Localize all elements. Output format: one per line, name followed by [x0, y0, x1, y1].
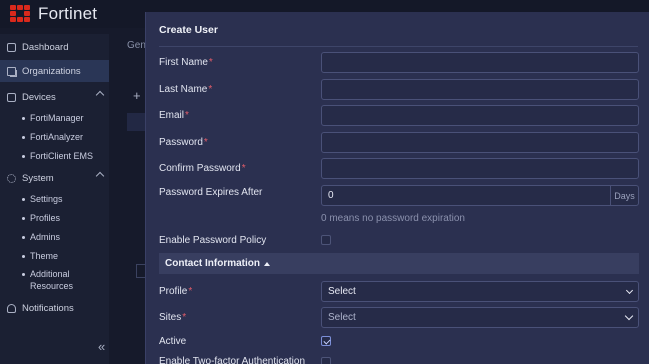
sidebar-item-system[interactable]: System — [0, 167, 109, 189]
password-label: Password* — [159, 137, 208, 148]
bullet-icon — [22, 116, 25, 120]
sidebar-item-notifications[interactable]: Notifications — [0, 297, 109, 319]
bell-icon — [7, 303, 16, 313]
active-label: Active — [159, 336, 187, 347]
two-factor-label: Enable Two-factor Authentication — [159, 356, 306, 364]
password-policy-label: Enable Password Policy — [159, 235, 267, 246]
sidebar-subitem-label: FortiClient EMS — [30, 151, 94, 161]
divider — [159, 46, 638, 47]
bullet-icon — [22, 254, 25, 258]
password-policy-checkbox[interactable] — [321, 235, 331, 245]
sidebar-subitem-label: FortiAnalyzer — [30, 132, 84, 142]
two-factor-checkbox[interactable] — [321, 357, 331, 364]
password-expires-value: 0 — [328, 190, 334, 201]
bullet-icon — [22, 272, 25, 276]
background-add-icon: + — [133, 88, 141, 103]
sidebar-item-label: Dashboard — [22, 41, 69, 53]
profile-label: Profile* — [159, 286, 193, 297]
sidebar-subitem-label: FortiManager — [30, 113, 84, 123]
bullet-icon — [22, 197, 25, 201]
sidebar-item-label: Notifications — [22, 302, 74, 314]
sidebar-subitem-label: Admins — [30, 232, 61, 242]
chevron-up-icon — [95, 90, 105, 100]
bullet-icon — [22, 235, 25, 239]
system-icon — [7, 173, 16, 183]
chevron-up-icon — [95, 171, 105, 181]
password-expires-label: Password Expires After — [159, 187, 263, 198]
last-name-label: Last Name* — [159, 84, 213, 95]
bullet-icon — [22, 154, 25, 158]
sidebar-subitem-settings[interactable]: Settings — [22, 193, 63, 205]
background-row — [127, 113, 147, 131]
sidebar-subitem-theme[interactable]: Theme — [22, 250, 58, 262]
sites-placeholder: Select — [328, 312, 356, 323]
devices-icon — [7, 92, 16, 102]
password-expires-field[interactable]: 0 Days — [321, 185, 639, 206]
brand-name: Fortinet — [38, 4, 98, 23]
sidebar-item-organizations[interactable]: Organizations — [0, 60, 109, 82]
confirm-password-label: Confirm Password* — [159, 163, 246, 174]
background-tab: Gen — [127, 40, 146, 51]
required-marker: * — [185, 110, 189, 121]
password-expires-hint: 0 means no password expiration — [321, 213, 465, 224]
required-marker: * — [208, 57, 213, 68]
sidebar-subitem-fortimanager[interactable]: FortiManager — [22, 112, 84, 124]
sidebar-item-devices[interactable]: Devices — [0, 86, 109, 108]
sidebar-subitem-profiles[interactable]: Profiles — [22, 212, 60, 224]
sidebar-subitem-label: Additional Resources — [30, 269, 74, 291]
required-marker: * — [203, 137, 208, 148]
collapse-sidebar-icon[interactable]: « — [98, 339, 105, 354]
sites-select[interactable]: Select — [321, 307, 639, 328]
sidebar-subitem-additional-resources[interactable]: Additional Resources — [22, 268, 92, 292]
required-marker: * — [241, 163, 246, 174]
dialog-title: Create User — [159, 24, 218, 36]
sites-label: Sites* — [159, 312, 187, 323]
sidebar-subitem-label: Profiles — [30, 213, 61, 223]
sidebar-item-label: System — [22, 172, 54, 184]
profile-select[interactable]: Select — [321, 281, 639, 302]
fortinet-logo[interactable]: Fortinet — [10, 4, 97, 24]
contact-information-section[interactable]: Contact Information — [159, 253, 639, 274]
chevron-down-icon — [624, 311, 634, 321]
last-name-field[interactable] — [321, 79, 639, 100]
sidebar-item-label: Organizations — [22, 65, 81, 77]
first-name-field[interactable] — [321, 52, 639, 73]
chevron-down-icon — [625, 286, 634, 295]
sidebar-subitem-fortianalyzer[interactable]: FortiAnalyzer — [22, 131, 83, 143]
confirm-password-field[interactable] — [321, 158, 639, 179]
sidebar-item-dashboard[interactable]: Dashboard — [0, 36, 109, 58]
sidebar-subitem-admins[interactable]: Admins — [22, 231, 60, 243]
bullet-icon — [22, 216, 25, 220]
email-field[interactable] — [321, 105, 639, 126]
organizations-icon — [7, 66, 16, 76]
required-marker: * — [182, 312, 187, 323]
first-name-label: First Name* — [159, 57, 213, 68]
sidebar-item-label: Devices — [22, 91, 56, 103]
profile-selected-value: Select — [328, 286, 356, 297]
sidebar: Dashboard Organizations Devices FortiMan… — [0, 34, 109, 364]
active-checkbox[interactable] — [321, 336, 331, 346]
sidebar-subitem-label: Settings — [30, 194, 63, 204]
caret-up-icon — [264, 261, 270, 266]
chart-icon — [7, 42, 16, 52]
sidebar-subitem-forticlient-ems[interactable]: FortiClient EMS — [22, 150, 93, 162]
required-marker: * — [188, 286, 193, 297]
sidebar-subitem-label: Theme — [30, 251, 59, 261]
required-marker: * — [208, 84, 213, 95]
fortinet-logo-icon — [10, 5, 32, 23]
section-label: Contact Information — [165, 258, 260, 269]
create-user-dialog: Create User First Name* Last Name* Email… — [145, 12, 649, 364]
email-label: Email* — [159, 110, 189, 121]
bullet-icon — [22, 135, 25, 139]
password-field[interactable] — [321, 132, 639, 153]
days-addon: Days — [610, 186, 638, 205]
